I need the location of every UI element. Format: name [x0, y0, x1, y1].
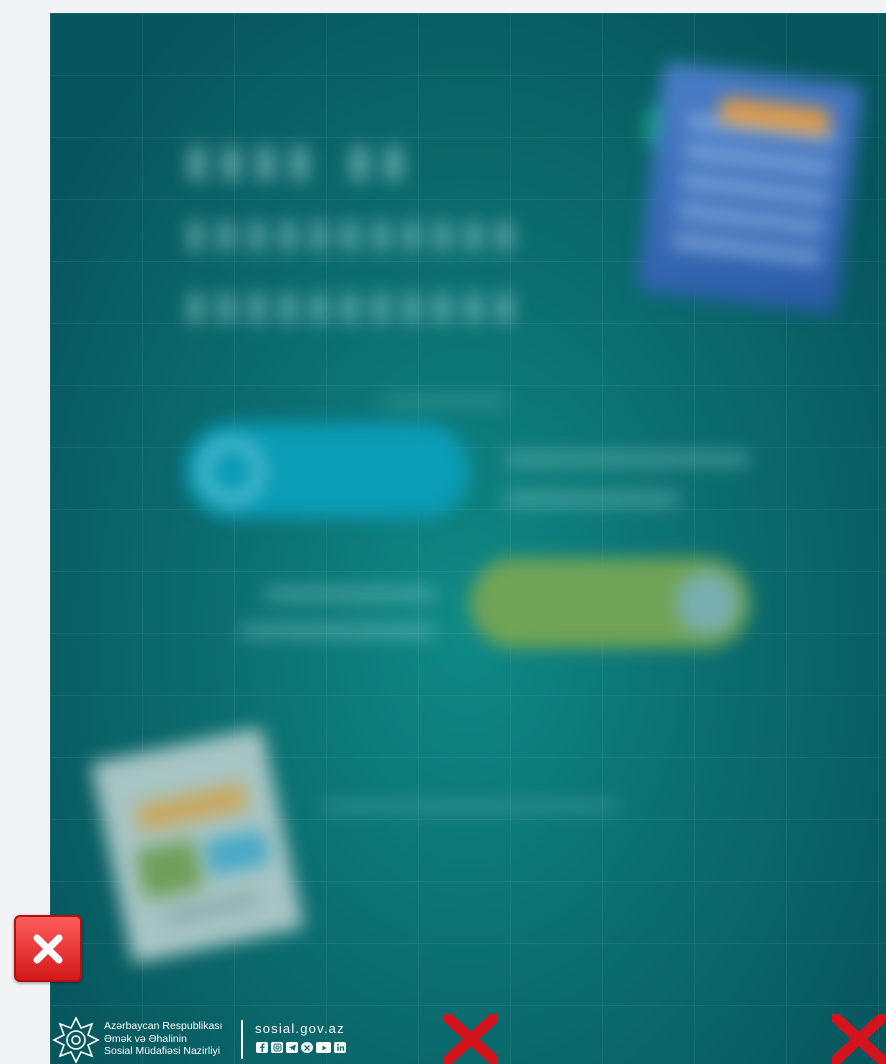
blurred-text-line: [505, 493, 680, 505]
footer-divider: [241, 1020, 243, 1059]
linkedin-icon[interactable]: [334, 1042, 346, 1053]
website-link[interactable]: sosial.gov.az: [255, 1021, 345, 1036]
blurred-text-line: [380, 398, 510, 404]
red-x-mark-icon: [444, 1014, 498, 1064]
blurred-green-pill: [470, 558, 750, 648]
close-icon: [33, 934, 63, 963]
blurred-text-line: [320, 803, 620, 809]
facebook-icon[interactable]: [256, 1042, 268, 1053]
blurred-title-line: ▮▮▮▮▮▮▮▮▮▮▮: [185, 211, 526, 255]
ministry-name: Azərbaycan Respublikası Əmək və Əhalinin…: [104, 1020, 222, 1058]
instagram-icon[interactable]: [271, 1042, 283, 1053]
blurred-title-line: ▮▮▮▮ ▮▮: [185, 135, 416, 186]
close-button[interactable]: [14, 915, 82, 982]
social-links: [256, 1042, 346, 1053]
blurred-title-line: ▮▮▮▮▮▮▮▮▮▮▮: [185, 283, 526, 327]
ministry-name-line: Azərbaycan Respublikası: [104, 1020, 223, 1032]
ministry-name-line: Sosial Müdafiəsi Nazirliyi: [104, 1045, 221, 1057]
ministry-emblem-icon: [52, 1016, 100, 1064]
blurred-text-line: [240, 625, 435, 637]
youtube-icon[interactable]: [316, 1042, 331, 1053]
poster-blurred-content: ▮▮▮▮ ▮▮ ▮▮▮▮▮▮▮▮▮▮▮ ▮▮▮▮▮▮▮▮▮▮▮: [50, 13, 886, 1064]
blurred-text-line: [265, 588, 435, 600]
x-twitter-icon[interactable]: [301, 1042, 313, 1053]
blurred-text-line: [505, 453, 750, 465]
blurred-blue-pill: [185, 423, 470, 518]
ministry-name-line: Əmək və Əhalinin: [104, 1032, 187, 1045]
blurred-paper-illustration: [90, 727, 305, 964]
telegram-icon[interactable]: [286, 1042, 298, 1053]
blurred-poster: ▮▮▮▮ ▮▮ ▮▮▮▮▮▮▮▮▮▮▮ ▮▮▮▮▮▮▮▮▮▮▮: [50, 13, 886, 1064]
red-x-mark-icon: [832, 1014, 886, 1064]
